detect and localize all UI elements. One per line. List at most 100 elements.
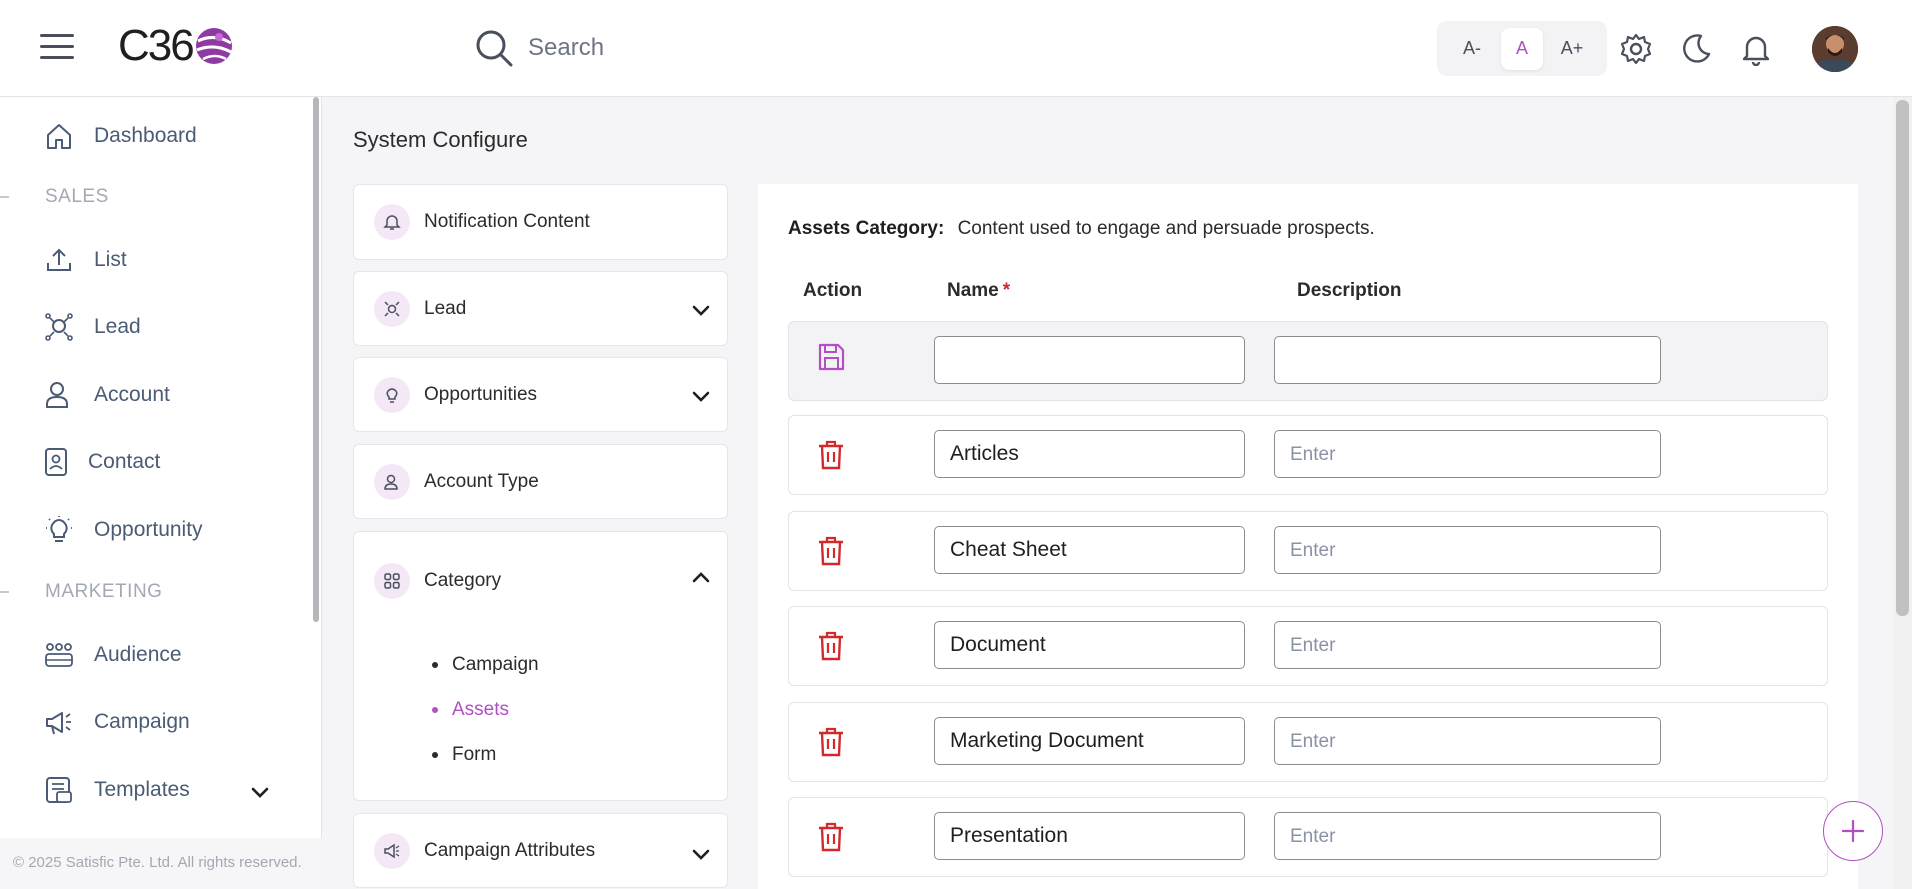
trash-icon[interactable] [817,727,845,757]
column-header-name-text: Name [947,280,999,301]
config-item-campaign-attributes[interactable]: Campaign Attributes [353,813,728,888]
trash-icon[interactable] [817,440,845,470]
hamburger-menu-icon[interactable] [40,34,74,62]
trash-icon[interactable] [817,631,845,661]
config-item-opportunities[interactable]: Opportunities [353,357,728,432]
bulb-icon [374,376,410,413]
sidebar-item-campaign[interactable]: Campaign [44,702,190,742]
description-input[interactable] [1274,526,1661,574]
section-label-marketing: MARKETING [45,581,163,602]
sidebar-item-dashboard[interactable]: Dashboard [44,116,197,156]
sidebar-item-label: Dashboard [94,124,197,147]
sidebar-scrollbar[interactable] [313,97,319,622]
config-item-label: Campaign Attributes [424,839,596,861]
sidebar-item-label: List [94,248,127,271]
config-item-notification-content[interactable]: Notification Content [353,184,728,260]
save-icon[interactable] [817,342,845,372]
sidebar-item-account[interactable]: Account [44,375,170,415]
logo-globe-icon [195,28,232,64]
assets-heading: Assets Category: Content used to engage … [788,218,1375,240]
config-item-label: Account Type [424,470,539,492]
sidebar-item-label: Opportunity [94,518,203,541]
table-row [788,702,1828,782]
gear-icon[interactable] [1619,32,1653,66]
new-name-input[interactable] [934,336,1245,384]
megaphone-icon [46,712,71,735]
sub-item-assets[interactable]: Assets [432,687,539,732]
bell-icon [374,204,410,240]
config-item-lead[interactable]: Lead [353,271,728,346]
section-label-sales: SALES [45,186,109,207]
new-description-input[interactable] [1274,336,1661,384]
sidebar-item-contact[interactable]: Contact [44,442,160,482]
name-input[interactable] [934,621,1245,669]
sub-item-form[interactable]: Form [432,732,539,777]
sidebar-item-list[interactable]: List [44,240,127,280]
chevron-down-icon[interactable] [250,782,270,802]
chevron-down-icon [692,849,710,860]
name-input[interactable] [934,717,1245,765]
sidebar-item-opportunity[interactable]: Opportunity [44,510,203,550]
description-input[interactable] [1274,621,1661,669]
column-header-description: Description [1297,280,1402,301]
description-input[interactable] [1274,717,1661,765]
table-row [788,797,1828,877]
bullet-icon [432,661,438,668]
config-item-account-type[interactable]: Account Type [353,444,728,519]
search-input[interactable]: Search [528,34,604,62]
description-input[interactable] [1274,812,1661,860]
bullet-icon [432,706,438,713]
sidebar-item-templates[interactable]: Templates [44,770,190,810]
page-title: System Configure [353,127,528,152]
plus-icon [1841,819,1865,843]
bell-icon[interactable] [1739,32,1773,66]
megaphone-icon [374,832,410,869]
chevron-down-icon [692,305,710,316]
column-header-action: Action [803,280,863,301]
required-mark: * [1002,280,1011,301]
add-button[interactable] [1823,801,1883,861]
chevron-down-icon [692,391,710,402]
moon-icon[interactable] [1679,32,1713,66]
bulb-icon [46,516,72,542]
description-input[interactable] [1274,430,1661,478]
lead-icon [374,290,410,327]
font-increase-button[interactable]: A+ [1551,28,1593,70]
main-scrollbar-thumb[interactable] [1896,100,1909,616]
avatar-image [1812,26,1858,72]
audience-icon [45,643,73,667]
account-icon [374,463,410,500]
trash-icon[interactable] [817,822,845,852]
contact-icon [45,448,67,476]
config-item-label: Opportunities [424,383,538,405]
top-header: C36 Search A- A A+ [0,0,1912,97]
column-header-name: Name * [947,280,1010,302]
config-item-label: Category [424,570,502,591]
logo[interactable]: C36 [118,21,235,70]
sidebar-item-audience[interactable]: Audience [44,635,182,675]
logo-text: C36 [118,21,195,70]
trash-icon[interactable] [817,536,845,566]
user-avatar[interactable] [1812,26,1858,72]
name-input[interactable] [934,430,1245,478]
name-input[interactable] [934,812,1245,860]
name-input[interactable] [934,526,1245,574]
font-normal-button[interactable]: A [1501,27,1543,70]
config-item-category[interactable]: Category Campaign Assets Form [353,531,728,801]
sidebar-item-label: Audience [94,643,182,666]
sub-item-label: Campaign [452,653,539,675]
search-icon [476,30,513,67]
sidebar: Dashboard SALES List Lead Account Contac… [0,97,322,889]
sidebar-item-label: Account [94,383,170,406]
assets-description: Content used to engage and persuade pros… [957,218,1375,239]
account-icon [46,382,68,408]
search-bar[interactable]: Search [474,26,874,70]
section-divider [0,591,9,593]
lead-icon [45,313,73,341]
sidebar-item-label: Templates [94,778,190,801]
sidebar-item-label: Campaign [94,710,190,733]
table-row [788,511,1828,591]
sub-item-campaign[interactable]: Campaign [432,642,539,687]
sidebar-item-lead[interactable]: Lead [44,307,141,347]
font-decrease-button[interactable]: A- [1451,28,1493,70]
